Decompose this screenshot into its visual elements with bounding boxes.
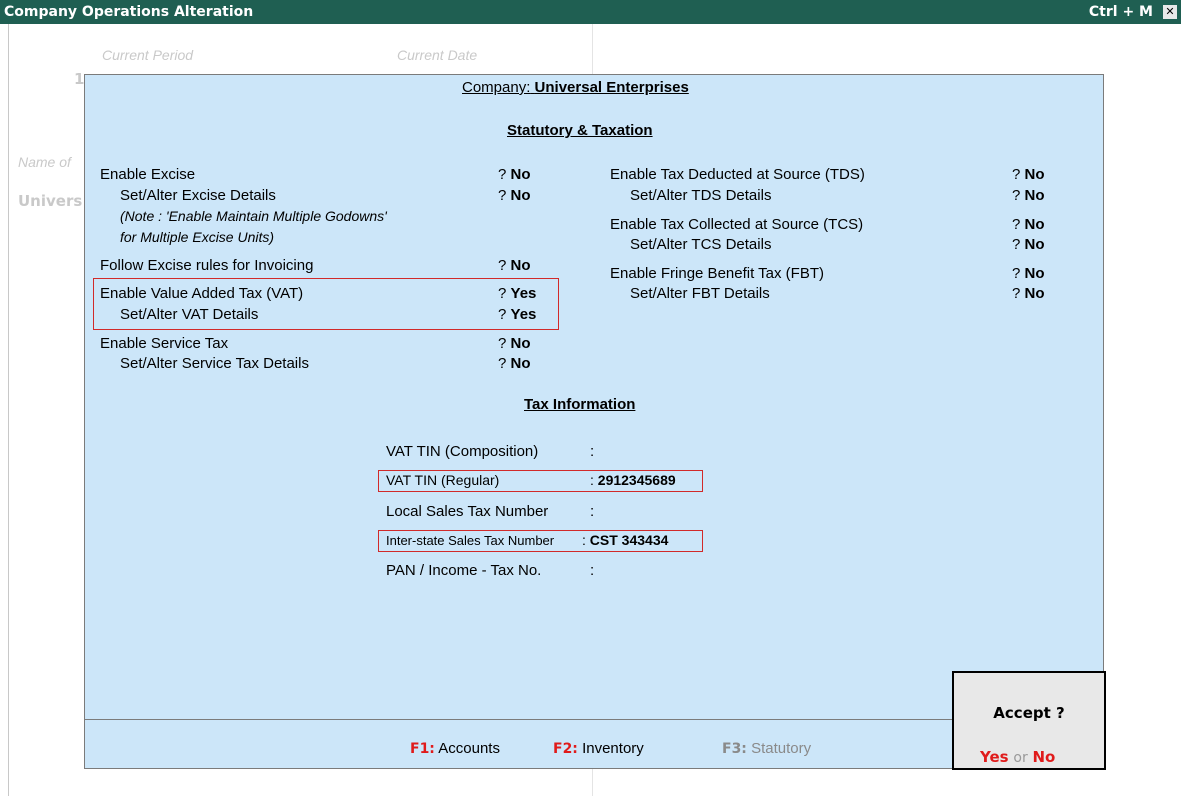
close-icon[interactable]: ✕ <box>1163 5 1177 19</box>
inter-state-tax-field[interactable]: : CST 343434 <box>582 532 668 548</box>
excise-note-line2: for Multiple Excise Units) <box>120 229 275 245</box>
fbt-details-value[interactable]: ? No <box>1012 285 1045 302</box>
bg-current-date-label: Current Date <box>397 47 478 63</box>
statutory-taxation-panel: Company: Universal Enterprises Statutory… <box>84 74 1104 769</box>
accept-dialog: Accept ? Yes or No <box>952 671 1106 770</box>
no-button[interactable]: No <box>1032 748 1055 766</box>
fbt-value[interactable]: ? No <box>1012 265 1045 282</box>
service-tax-value[interactable]: ? No <box>498 335 531 352</box>
f2-inventory-button[interactable]: F2: Inventory <box>553 740 644 757</box>
tcs-details-value[interactable]: ? No <box>1012 236 1045 253</box>
tds-details-label: Set/Alter TDS Details <box>630 187 772 204</box>
pan-field[interactable]: : <box>590 562 594 579</box>
service-tax-label: Enable Service Tax <box>100 335 229 352</box>
vat-value[interactable]: ? Yes <box>498 285 536 302</box>
tax-info-heading: Tax Information <box>524 396 636 413</box>
tds-label: Enable Tax Deducted at Source (TDS) <box>610 166 865 183</box>
vat-tin-composition-field[interactable]: : <box>590 443 594 460</box>
fbt-details-label: Set/Alter FBT Details <box>630 285 770 302</box>
vat-details-value[interactable]: ? Yes <box>498 306 536 323</box>
bg-date-fragment: 1 <box>74 70 85 88</box>
excise-invoicing-value[interactable]: ? No <box>498 257 531 274</box>
statutory-heading: Statutory & Taxation <box>507 122 653 139</box>
shortcut-label: Ctrl + M <box>1088 4 1153 20</box>
local-sales-tax-field[interactable]: : <box>590 503 594 520</box>
tds-value[interactable]: ? No <box>1012 166 1045 183</box>
accept-question: Accept ? <box>993 704 1065 722</box>
f3-statutory-button[interactable]: F3: Statutory <box>722 740 811 757</box>
bg-current-period-label: Current Period <box>102 47 194 63</box>
vat-details-label: Set/Alter VAT Details <box>120 306 259 323</box>
pan-label: PAN / Income - Tax No. <box>386 562 542 579</box>
excise-details-label: Set/Alter Excise Details <box>120 187 276 204</box>
tcs-details-label: Set/Alter TCS Details <box>630 236 772 253</box>
f1-accounts-button[interactable]: F1: Accounts <box>410 740 500 757</box>
fbt-label: Enable Fringe Benefit Tax (FBT) <box>610 265 824 282</box>
excise-invoicing-label: Follow Excise rules for Invoicing <box>100 257 314 274</box>
vat-label: Enable Value Added Tax (VAT) <box>100 285 304 302</box>
vat-tin-regular-field[interactable]: : 2912345689 <box>590 472 676 488</box>
company-name: Universal Enterprises <box>534 79 689 96</box>
or-label: or <box>1013 750 1028 766</box>
title-bar: Company Operations Alteration Ctrl + M ✕ <box>0 0 1181 24</box>
vat-tin-regular-label: VAT TIN (Regular) <box>386 472 500 488</box>
vat-tin-composition-label: VAT TIN (Composition) <box>386 443 539 460</box>
excise-label: Enable Excise <box>100 166 196 183</box>
excise-value[interactable]: ? No <box>498 166 531 183</box>
accept-options: Yes or No <box>980 748 1055 766</box>
tcs-label: Enable Tax Collected at Source (TCS) <box>610 216 864 233</box>
company-header: Company: Universal Enterprises <box>462 79 689 96</box>
excise-details-value[interactable]: ? No <box>498 187 531 204</box>
service-tax-details-value[interactable]: ? No <box>498 355 531 372</box>
window-title: Company Operations Alteration <box>4 4 254 20</box>
tcs-value[interactable]: ? No <box>1012 216 1045 233</box>
local-sales-tax-label: Local Sales Tax Number <box>386 503 549 520</box>
footer-bar: F1: Accounts F2: Inventory F3: Statutory <box>85 719 1103 769</box>
tds-details-value[interactable]: ? No <box>1012 187 1045 204</box>
inter-state-tax-label: Inter-state Sales Tax Number <box>386 533 555 548</box>
bg-name-of-label: Name of <box>18 154 71 170</box>
company-label: Company: <box>462 79 531 96</box>
bg-company-fragment: Univers <box>18 192 83 210</box>
yes-button[interactable]: Yes <box>980 748 1009 766</box>
excise-note-line1: (Note : 'Enable Maintain Multiple Godown… <box>120 208 387 224</box>
service-tax-details-label: Set/Alter Service Tax Details <box>120 355 309 372</box>
